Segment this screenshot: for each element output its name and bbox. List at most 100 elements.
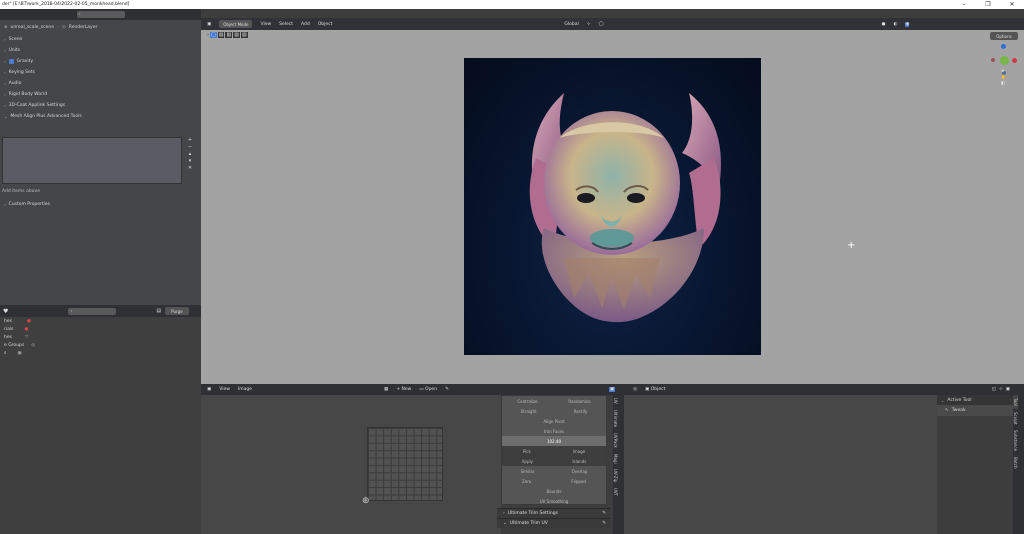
tab-magi[interactable]: Magi bbox=[613, 451, 618, 467]
object-mode-dropdown[interactable]: Object Mode bbox=[219, 20, 253, 28]
data-row[interactable]: e Groups ◎ bbox=[0, 341, 201, 349]
orientation-dropdown[interactable]: Global bbox=[564, 22, 578, 27]
menu-view[interactable]: View bbox=[219, 387, 230, 392]
select-mode-icon[interactable]: ▧ bbox=[233, 32, 240, 38]
menu-select[interactable]: Select bbox=[279, 22, 293, 27]
tab-sculpt[interactable]: Sculpt bbox=[1013, 409, 1018, 428]
gizmo-neg-x-axis[interactable] bbox=[991, 58, 995, 62]
minimize-button[interactable]: – bbox=[952, 0, 976, 9]
blend-data-search-input[interactable]: ⌕ bbox=[68, 307, 117, 315]
menu-add[interactable]: Add bbox=[301, 22, 310, 27]
add-icon[interactable]: + bbox=[188, 137, 192, 143]
texel-density-field[interactable]: 102.40 bbox=[502, 436, 606, 446]
purge-button[interactable]: Purge bbox=[165, 307, 189, 315]
menu-object[interactable]: Object bbox=[318, 22, 333, 27]
select-mode-icon[interactable]: ▧ bbox=[217, 32, 225, 38]
uv-editor-canvas-right[interactable] bbox=[613, 395, 937, 534]
gizmo-z-axis[interactable] bbox=[1001, 44, 1006, 49]
centralize-button[interactable]: Centralize bbox=[517, 399, 537, 404]
uv-cursor-icon[interactable]: ⊕ bbox=[362, 496, 370, 506]
blend-data-icon[interactable]: ♥ bbox=[3, 308, 8, 315]
properties-search-input[interactable]: ⌕ bbox=[76, 11, 125, 18]
tab-tool[interactable]: Tool bbox=[1013, 395, 1018, 409]
proportional-icon[interactable]: ◯ bbox=[599, 22, 604, 27]
view-layer-name[interactable]: RenderLayer bbox=[69, 22, 98, 33]
pin-icon[interactable]: ✎ bbox=[602, 511, 606, 516]
new-image-button[interactable]: + New bbox=[396, 387, 411, 392]
straight-button[interactable]: Straight bbox=[521, 409, 537, 414]
panel-rigid-body-world[interactable]: › Rigid Body World bbox=[0, 89, 201, 100]
menu-image[interactable]: Image bbox=[238, 387, 252, 392]
tab-batch[interactable]: Batch bbox=[1013, 454, 1018, 472]
rectify-button[interactable]: Rectify bbox=[574, 409, 588, 414]
panel-3dcoat-applink[interactable]: › 3D-Coat Applink Settings bbox=[0, 100, 201, 111]
panel-mesh-align-plus[interactable]: ⌄ Mesh Align Plus Advanced Tools bbox=[0, 111, 201, 122]
pin-icon[interactable]: ✎ bbox=[602, 521, 606, 526]
tab-uvpack[interactable]: UVPack bbox=[613, 430, 618, 451]
bounds-button[interactable]: Bounds bbox=[547, 489, 562, 494]
restore-button[interactable]: ❐ bbox=[976, 0, 1000, 9]
panel-audio[interactable]: › Audio bbox=[0, 78, 201, 89]
gizmo-y-axis[interactable] bbox=[1000, 56, 1009, 65]
panel-keying-sets[interactable]: › Keying Sets bbox=[0, 67, 201, 78]
gizmo-x-axis[interactable] bbox=[1012, 58, 1017, 63]
tab-ultimate[interactable]: Ultimate bbox=[613, 407, 618, 430]
select-mode-icon[interactable]: ▧ bbox=[225, 32, 233, 38]
zero-button[interactable]: Zero bbox=[522, 479, 531, 484]
panel-scene[interactable]: › Scene bbox=[0, 34, 201, 45]
editor-type-icon[interactable]: ▣ bbox=[207, 387, 211, 392]
object-dropdown[interactable]: ▣ Object bbox=[645, 387, 665, 392]
active-tool-row[interactable]: ↖ Tweak bbox=[937, 405, 1013, 416]
pick-button[interactable]: Pick bbox=[523, 449, 531, 454]
data-row[interactable]: s ▣ bbox=[0, 349, 201, 357]
uv-sync-icon[interactable]: ▣ bbox=[608, 387, 616, 392]
subpanel-trim-uv[interactable]: ⌄ Ultimate Trim UV ✎ bbox=[497, 518, 610, 528]
shading-material-icon[interactable]: ◐ bbox=[894, 22, 898, 27]
gravity-checkbox[interactable] bbox=[8, 59, 14, 64]
open-image-button[interactable]: ▭ Open bbox=[419, 387, 437, 392]
uv-smoothing-button[interactable]: UV Smoothing bbox=[540, 499, 569, 504]
snap-icon[interactable]: ⊹ bbox=[587, 22, 591, 27]
islands-dropdown[interactable]: Islands bbox=[572, 459, 586, 464]
filter-icon[interactable]: ▤ bbox=[156, 308, 161, 314]
select-box-icon[interactable]: ▢ bbox=[210, 32, 217, 38]
clear-icon[interactable]: ✕ bbox=[188, 165, 192, 171]
move-down-icon[interactable]: ▾ bbox=[189, 158, 192, 164]
select-mode-icon[interactable]: ▧ bbox=[240, 32, 248, 38]
shading-rendered-icon[interactable]: ◉ bbox=[905, 21, 910, 27]
data-row[interactable]: hes ▽ bbox=[0, 333, 201, 341]
tab-uv[interactable]: UV bbox=[613, 395, 618, 407]
zoom-icon[interactable]: ⊕ bbox=[1001, 68, 1006, 73]
data-row[interactable]: hes ● bbox=[0, 317, 201, 325]
pan-icon[interactable]: ✋ bbox=[1001, 74, 1006, 79]
display-icon[interactable]: ▣ bbox=[1006, 387, 1010, 392]
align-pivot-button[interactable]: Align Pivot bbox=[543, 419, 564, 424]
subpanel-trim-settings[interactable]: › Ultimate Trim Settings ✎ bbox=[497, 508, 610, 518]
pin-icon[interactable]: ✎ bbox=[445, 387, 449, 392]
panel-custom-properties[interactable]: › Custom Properties bbox=[0, 199, 50, 210]
move-up-icon[interactable]: ▴ bbox=[189, 151, 192, 157]
image-dropdown[interactable]: Image bbox=[573, 449, 586, 454]
camera-icon[interactable]: ◧ bbox=[1001, 80, 1006, 85]
panel-gravity[interactable]: › Gravity bbox=[0, 56, 201, 67]
pivot-icon[interactable]: ◎ bbox=[633, 387, 637, 392]
uv-editor-canvas[interactable] bbox=[201, 395, 501, 534]
active-tool-section[interactable]: ⌄ Active Tool bbox=[937, 395, 1024, 405]
panel-units[interactable]: › Units bbox=[0, 45, 201, 56]
3d-cursor-icon[interactable]: + bbox=[847, 241, 855, 251]
iron-faces-button[interactable]: Iron Faces bbox=[544, 429, 564, 434]
remove-icon[interactable]: − bbox=[188, 144, 192, 150]
randomize-button[interactable]: Randomize bbox=[568, 399, 590, 404]
shading-solid-icon[interactable]: ● bbox=[882, 22, 886, 27]
similar-button[interactable]: Similar bbox=[521, 469, 535, 474]
ui-list[interactable] bbox=[2, 137, 182, 184]
uv-grid[interactable] bbox=[367, 427, 443, 501]
tab-substance[interactable]: Substance bbox=[1013, 427, 1018, 454]
tool-arrow-icon[interactable]: › bbox=[207, 32, 209, 38]
gizmo-icon[interactable]: ⊹ bbox=[999, 387, 1003, 392]
editor-type-icon[interactable]: ▣ bbox=[207, 22, 211, 27]
options-button[interactable]: Options bbox=[990, 32, 1018, 40]
image-browse-icon[interactable]: ▦ bbox=[384, 387, 388, 392]
flipped-button[interactable]: Flipped bbox=[571, 479, 586, 484]
close-button[interactable]: ✕ bbox=[1000, 0, 1024, 9]
